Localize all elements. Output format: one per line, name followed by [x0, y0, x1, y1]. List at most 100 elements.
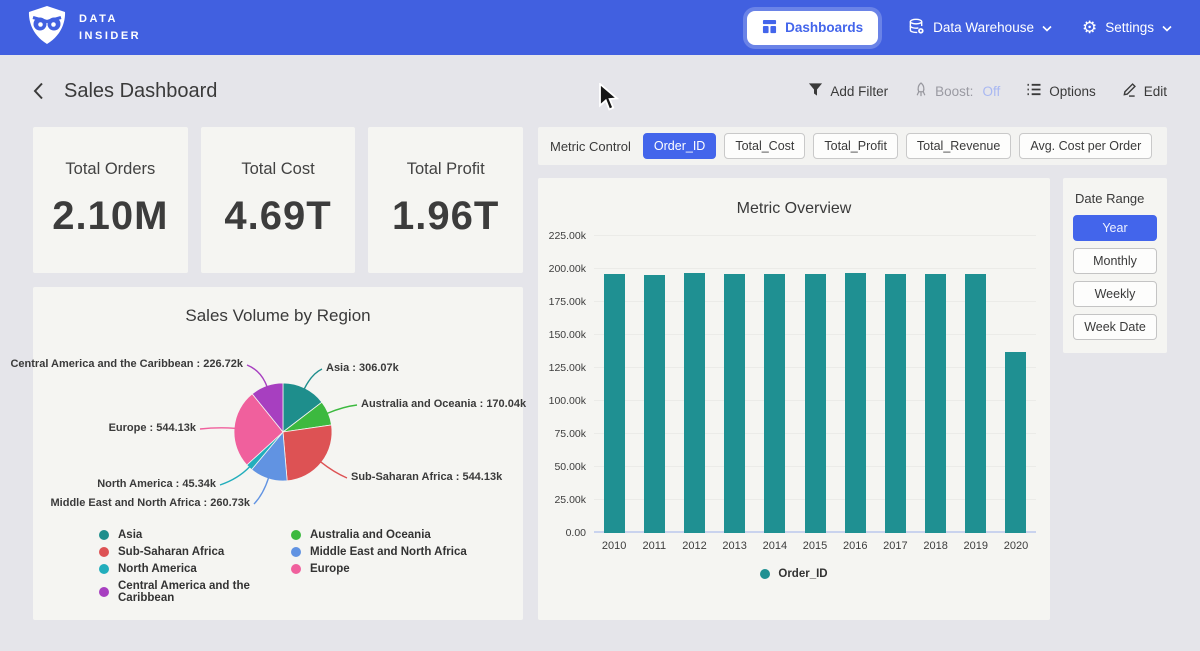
y-tick-label: 100.00k	[549, 395, 586, 407]
legend-label: Order_ID	[778, 568, 827, 580]
kpi-value: 4.69T	[224, 194, 331, 239]
pie-leader-line	[247, 365, 267, 387]
boost-toggle[interactable]: Boost:Off	[914, 82, 1000, 101]
pie-leader-line	[321, 462, 347, 478]
pie-slice[interactable]	[234, 394, 283, 465]
metric-chip[interactable]: Total_Cost	[724, 133, 805, 159]
add-filter-button[interactable]: Add Filter	[808, 82, 888, 100]
legend-label: North America	[118, 563, 197, 575]
pie-slice[interactable]	[252, 432, 288, 481]
legend-dot-icon	[99, 587, 109, 597]
pie-legend-item[interactable]: Asia	[99, 529, 291, 541]
gridline	[594, 235, 1036, 236]
bar[interactable]	[604, 274, 625, 533]
legend-dot-icon	[291, 547, 301, 557]
date-range-option[interactable]: Weekly	[1073, 281, 1157, 307]
pie-leader-line	[220, 467, 250, 485]
kpi-label: Total Orders	[65, 160, 155, 179]
x-tick-label: 2014	[755, 540, 795, 552]
pie-legend-item[interactable]: Middle East and North Africa	[291, 546, 467, 558]
list-icon	[1026, 83, 1042, 99]
legend-label: Sub-Saharan Africa	[118, 546, 224, 558]
metric-chip[interactable]: Order_ID	[643, 133, 716, 159]
date-range-options: Year Monthly Weekly Week Date	[1073, 215, 1157, 340]
pie-leader-line	[327, 405, 357, 413]
x-tick-label: 2018	[916, 540, 956, 552]
y-tick-label: 75.00k	[554, 428, 586, 440]
x-tick-label: 2019	[956, 540, 996, 552]
options-button[interactable]: Options	[1026, 83, 1096, 99]
bar[interactable]	[885, 274, 906, 533]
x-tick-label: 2020	[996, 540, 1036, 552]
gear-icon: ⚙	[1082, 19, 1097, 36]
bar[interactable]	[965, 274, 986, 533]
y-tick-label: 150.00k	[549, 329, 586, 341]
metric-chip[interactable]: Total_Profit	[813, 133, 898, 159]
y-tick-label: 25.00k	[554, 494, 586, 506]
pie-slice[interactable]	[283, 383, 322, 432]
pie-legend-item[interactable]: Sub-Saharan Africa	[99, 546, 291, 558]
dashboards-button[interactable]: Dashboards	[747, 11, 878, 45]
pie-legend-item[interactable]: Australia and Oceania	[291, 529, 467, 541]
x-tick-label: 2013	[715, 540, 755, 552]
date-range-card: Date Range Year Monthly Weekly Week Date	[1063, 178, 1167, 353]
date-range-option[interactable]: Monthly	[1073, 248, 1157, 274]
metric-chip[interactable]: Total_Revenue	[906, 133, 1011, 159]
filter-icon	[808, 82, 823, 100]
data-warehouse-menu[interactable]: Data Warehouse	[908, 18, 1052, 38]
legend-dot-icon	[760, 569, 770, 579]
edit-button[interactable]: Edit	[1122, 82, 1167, 100]
pie-slice[interactable]	[252, 383, 283, 432]
bar-chart-title: Metric Overview	[538, 178, 1050, 218]
bar[interactable]	[684, 273, 705, 533]
page-title: Sales Dashboard	[64, 80, 217, 103]
pie-slice-label: Central America and the Caribbean : 226.…	[10, 358, 243, 370]
legend-label: Middle East and North Africa	[310, 546, 467, 558]
legend-label: Europe	[310, 563, 350, 575]
bar[interactable]	[724, 274, 745, 533]
bar-chart-legend: Order_ID	[538, 568, 1050, 580]
mouse-cursor	[597, 83, 623, 118]
bar[interactable]	[925, 274, 946, 533]
bar[interactable]	[644, 275, 665, 533]
pie-leader-line	[200, 428, 235, 429]
legend-label: Asia	[118, 529, 142, 541]
bar[interactable]	[845, 273, 866, 533]
bar[interactable]	[1005, 352, 1026, 533]
pie-slice[interactable]	[283, 402, 331, 432]
pie-slice[interactable]	[247, 432, 283, 470]
pie-chart-card: Sales Volume by Region Asia : 306.07kAus…	[33, 287, 523, 620]
kpi-row: Total Orders 2.10M Total Cost 4.69T Tota…	[33, 127, 523, 273]
bar[interactable]	[805, 274, 826, 533]
chevron-down-icon	[1042, 20, 1052, 35]
pie-legend-item[interactable]: North America	[99, 563, 291, 575]
back-button[interactable]	[33, 82, 44, 100]
y-tick-label: 50.00k	[554, 461, 586, 473]
pie-slice-label: Australia and Oceania : 170.04k	[361, 398, 526, 410]
x-tick-label: 2010	[594, 540, 634, 552]
database-icon	[908, 18, 925, 38]
x-tick-label: 2012	[674, 540, 714, 552]
pie-legend-item[interactable]: Central America and the Caribbean	[99, 580, 291, 604]
pie-slice-label: Sub-Saharan Africa : 544.13k	[351, 471, 502, 483]
y-tick-label: 0.00	[566, 527, 586, 539]
kpi-card-total-orders: Total Orders 2.10M	[33, 127, 188, 273]
bar[interactable]	[764, 274, 785, 533]
metric-control-label: Metric Control	[550, 139, 631, 154]
brand-text: DATA INSIDER	[79, 11, 141, 44]
pie-slice[interactable]	[283, 425, 332, 481]
rocket-icon	[914, 82, 928, 101]
chevron-down-icon	[1162, 20, 1172, 35]
settings-menu[interactable]: ⚙ Settings	[1082, 19, 1172, 36]
kpi-value: 2.10M	[52, 194, 168, 239]
brand-logo[interactable]: DATA INSIDER	[28, 5, 141, 50]
owl-logo-icon	[28, 5, 66, 50]
legend-dot-icon	[99, 547, 109, 557]
y-tick-label: 125.00k	[549, 362, 586, 374]
pie-legend-item[interactable]: Europe	[291, 563, 467, 575]
metric-chip[interactable]: Avg. Cost per Order	[1019, 133, 1152, 159]
x-tick-label: 2017	[875, 540, 915, 552]
date-range-option[interactable]: Week Date	[1073, 314, 1157, 340]
date-range-option[interactable]: Year	[1073, 215, 1157, 241]
date-range-title: Date Range	[1075, 191, 1157, 206]
